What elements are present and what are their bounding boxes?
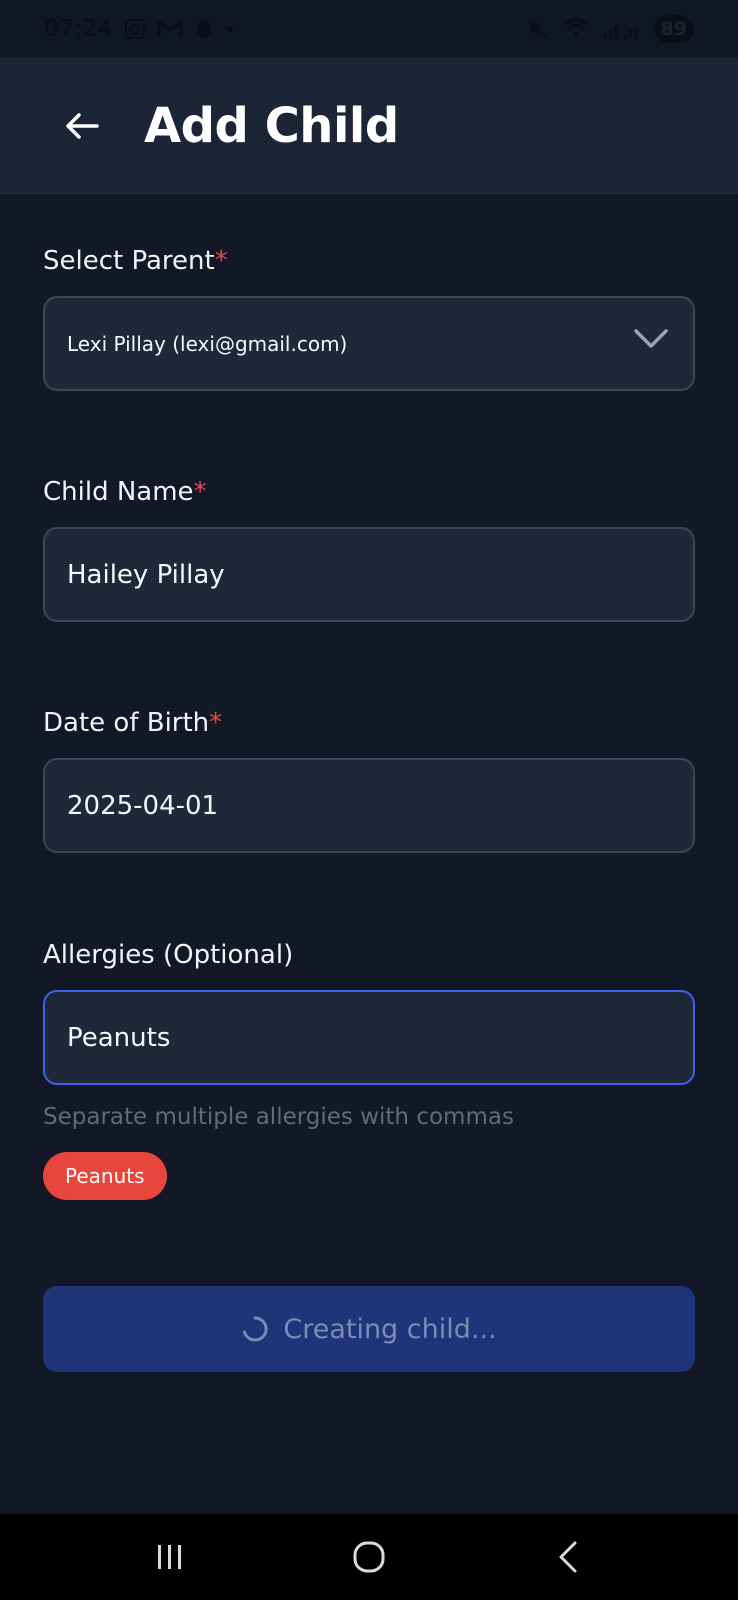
system-back-button[interactable] [528,1527,608,1587]
home-icon [353,1541,385,1573]
signal-icon [603,26,637,39]
child-name-label: Child Name* [43,477,207,507]
child-name-value: Hailey Pillay [67,559,225,590]
required-marker: * [214,246,228,276]
select-parent-label-text: Select Parent [43,246,215,276]
notification-dot-icon [226,26,233,32]
status-time: 07:24 [44,16,113,42]
recent-apps-icon [157,1545,181,1569]
system-nav-bar [0,1514,738,1600]
wifi-icon [562,18,589,38]
allergies-field[interactable]: Peanuts [43,990,695,1085]
status-bar: 07:24 89 [0,0,738,58]
back-button[interactable] [42,86,122,166]
home-button[interactable] [329,1527,409,1587]
required-marker: * [209,708,223,738]
battery-indicator: 89 [653,15,694,43]
screenshot-icon [124,19,145,39]
mute-icon [527,19,548,39]
recent-apps-button[interactable] [130,1527,210,1587]
status-left: 07:24 [44,16,235,42]
create-child-button[interactable]: Creating child... [43,1286,695,1372]
screen: 07:24 89 Add Child Select Parent* Lexi P… [0,0,738,1600]
child-name-field[interactable]: Hailey Pillay [43,527,695,622]
create-child-button-label: Creating child... [283,1313,497,1345]
date-of-birth-label-text: Date of Birth [43,708,210,738]
chevron-left-icon [559,1541,577,1573]
loading-spinner-icon [243,1316,268,1342]
status-right: 89 [526,15,694,43]
allergy-chip[interactable]: Peanuts [43,1152,167,1200]
parent-select[interactable]: Lexi Pillay (lexi@gmail.com) [43,296,695,391]
chevron-down-icon [634,329,668,348]
allergies-helper-text: Separate multiple allergies with commas [43,1104,514,1130]
allergies-value: Peanuts [67,1022,171,1053]
required-marker: * [193,477,207,507]
allergies-label: Allergies (Optional) [43,940,293,970]
date-of-birth-label: Date of Birth* [43,708,222,738]
arrow-left-icon [66,112,99,139]
date-of-birth-value: 2025-04-01 [67,790,219,821]
gmail-icon [157,19,183,37]
snapchat-icon [194,20,213,38]
page-title: Add Child [144,97,399,154]
allergies-label-text: Allergies (Optional) [43,940,294,970]
select-parent-label: Select Parent* [43,246,228,276]
child-name-label-text: Child Name [43,477,194,507]
app-bar: Add Child [0,58,738,194]
date-of-birth-field[interactable]: 2025-04-01 [43,758,695,853]
parent-select-value: Lexi Pillay (lexi@gmail.com) [67,331,348,356]
